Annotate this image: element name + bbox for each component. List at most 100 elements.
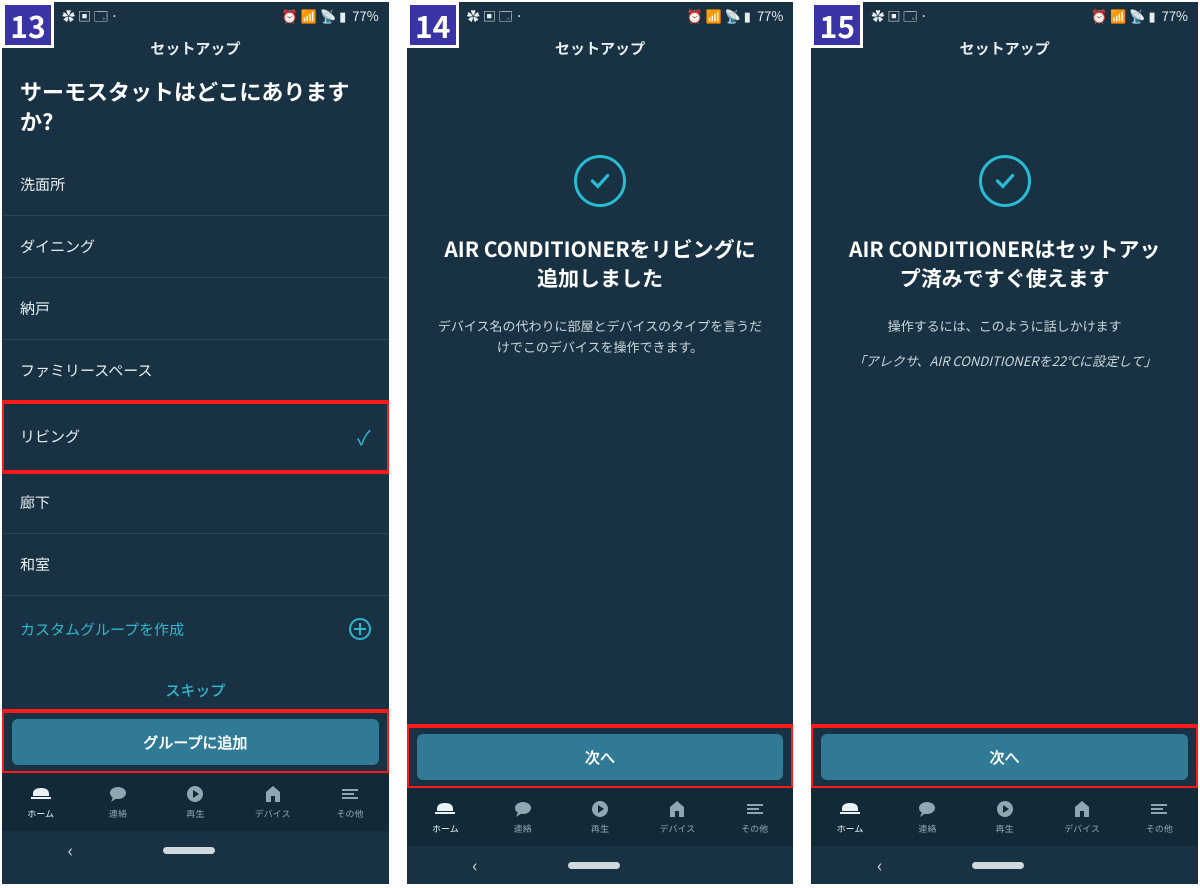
step-badge: 15 xyxy=(811,2,863,48)
tab-label: ホーム xyxy=(432,822,459,835)
add-to-group-button[interactable]: グループに追加 xyxy=(12,719,379,765)
success-check-icon xyxy=(979,155,1031,207)
confirmation-title: AIR CONDITIONERをリビングに追加しました xyxy=(437,235,764,294)
skip-link[interactable]: スキップ xyxy=(2,662,389,711)
phone-screen-14: 14 ✿ ▣ 🗔 · ⏰ 📶 📡 ▮ 77% セットアップ AIR CONDIT… xyxy=(407,2,794,884)
play-icon xyxy=(993,799,1017,819)
create-custom-group[interactable]: カスタムグループを作成 xyxy=(2,595,389,662)
confirmation-body: AIR CONDITIONERはセットアップ済みですぐ使えます 操作するには、こ… xyxy=(811,65,1198,726)
tab-label: その他 xyxy=(1146,822,1173,835)
confirmation-title: AIR CONDITIONERはセットアップ済みですぐ使えます xyxy=(841,235,1168,294)
play-icon xyxy=(183,784,207,804)
tab-play[interactable]: 再生 xyxy=(157,773,234,831)
device-icon xyxy=(665,799,689,819)
step-badge: 14 xyxy=(407,2,459,48)
tab-label: その他 xyxy=(741,822,768,835)
room-option-family-space[interactable]: ファミリースペース xyxy=(2,340,389,402)
list-item-label: リビング xyxy=(20,426,80,447)
home-icon xyxy=(29,784,53,804)
next-button[interactable]: 次へ xyxy=(417,734,784,780)
app-header: セットアップ xyxy=(2,28,389,65)
room-option-japanese-room[interactable]: 和室 xyxy=(2,534,389,595)
room-option-washroom[interactable]: 洗面所 xyxy=(2,154,389,216)
home-pill[interactable] xyxy=(163,847,215,854)
home-icon xyxy=(433,799,457,819)
list-item-label: 和室 xyxy=(20,554,50,575)
tab-more[interactable]: その他 xyxy=(1121,788,1198,846)
status-left-icons: ✿ ▣ 🗔 · xyxy=(62,9,118,22)
tab-contact[interactable]: 連絡 xyxy=(484,788,561,846)
list-item-label: 洗面所 xyxy=(20,174,65,195)
room-option-storage[interactable]: 納戸 xyxy=(2,278,389,340)
tab-label: 連絡 xyxy=(918,822,936,835)
play-icon xyxy=(588,799,612,819)
home-pill[interactable] xyxy=(568,862,620,869)
primary-button-area: グループに追加 xyxy=(2,711,389,773)
tab-label: デバイス xyxy=(255,807,291,820)
battery-text: 77% xyxy=(1162,9,1188,22)
tab-device[interactable]: デバイス xyxy=(234,773,311,831)
tab-device[interactable]: デバイス xyxy=(1043,788,1120,846)
chat-icon xyxy=(511,799,535,819)
battery-text: 77% xyxy=(757,9,783,22)
app-header: セットアップ xyxy=(811,28,1198,65)
app-header: セットアップ xyxy=(407,28,794,65)
room-list: 洗面所 ダイニング 納戸 ファミリースペース リビング ✓ 廊下 和室 xyxy=(2,154,389,595)
tab-device[interactable]: デバイス xyxy=(639,788,716,846)
confirmation-description: 操作するには、このように話しかけます xyxy=(888,316,1122,337)
custom-group-label: カスタムグループを作成 xyxy=(20,619,184,640)
android-nav-bar: ‹ xyxy=(407,846,794,884)
tab-home[interactable]: ホーム xyxy=(811,788,888,846)
home-icon xyxy=(838,799,862,819)
status-right-icons: ⏰ 📶 📡 ▮ xyxy=(282,9,346,22)
tab-label: 連絡 xyxy=(514,822,532,835)
tab-bar: ホーム 連絡 再生 デバイス その他 xyxy=(811,788,1198,846)
step-badge: 13 xyxy=(2,2,54,48)
plus-icon xyxy=(349,618,371,640)
android-nav-bar: ‹ xyxy=(2,831,389,869)
question-heading: サーモスタットはどこにありますか? xyxy=(2,65,389,154)
tab-more[interactable]: その他 xyxy=(311,773,388,831)
status-bar: ✿ ▣ 🗔 · ⏰ 📶 📡 ▮ 77% xyxy=(2,2,389,28)
chat-icon xyxy=(106,784,130,804)
tab-label: デバイス xyxy=(659,822,695,835)
tab-contact[interactable]: 連絡 xyxy=(79,773,156,831)
tab-label: ホーム xyxy=(27,807,54,820)
more-icon xyxy=(338,784,362,804)
home-pill[interactable] xyxy=(972,862,1024,869)
tab-home[interactable]: ホーム xyxy=(2,773,79,831)
room-option-living[interactable]: リビング ✓ xyxy=(2,402,389,472)
battery-text: 77% xyxy=(352,9,378,22)
tab-play[interactable]: 再生 xyxy=(966,788,1043,846)
confirmation-description: デバイス名の代わりに部屋とデバイスのタイプを言うだけでこのデバイスを操作できます… xyxy=(437,316,764,358)
list-item-label: ファミリースペース xyxy=(20,360,152,381)
example-voice-command: 「アレクサ、AIR CONDITIONERを22℃に設定して」 xyxy=(853,351,1157,372)
tab-play[interactable]: 再生 xyxy=(561,788,638,846)
phone-screen-13: 13 ✿ ▣ 🗔 · ⏰ 📶 📡 ▮ 77% セットアップ サーモスタットはどこ… xyxy=(2,2,389,884)
list-item-label: 廊下 xyxy=(20,492,50,513)
tab-more[interactable]: その他 xyxy=(716,788,793,846)
tab-bar: ホーム 連絡 再生 デバイス その他 xyxy=(407,788,794,846)
tab-bar: ホーム 連絡 再生 デバイス その他 xyxy=(2,773,389,831)
status-bar: ✿ ▣ 🗔 · ⏰ 📶 📡 ▮ 77% xyxy=(811,2,1198,28)
tab-label: 再生 xyxy=(591,822,609,835)
back-icon[interactable]: ‹ xyxy=(68,837,73,863)
back-icon[interactable]: ‹ xyxy=(877,852,882,878)
tab-label: デバイス xyxy=(1064,822,1100,835)
tab-contact[interactable]: 連絡 xyxy=(889,788,966,846)
tab-label: 再生 xyxy=(186,807,204,820)
device-icon xyxy=(1070,799,1094,819)
status-right-icons: ⏰ 📶 📡 ▮ xyxy=(686,9,750,22)
back-icon[interactable]: ‹ xyxy=(472,852,477,878)
status-left-icons: ✿ ▣ 🗔 · xyxy=(871,9,927,22)
next-button[interactable]: 次へ xyxy=(821,734,1188,780)
device-icon xyxy=(261,784,285,804)
room-option-hallway[interactable]: 廊下 xyxy=(2,472,389,534)
confirmation-body: AIR CONDITIONERをリビングに追加しました デバイス名の代わりに部屋… xyxy=(407,65,794,726)
tab-label: ホーム xyxy=(837,822,864,835)
more-icon xyxy=(1147,799,1171,819)
tab-home[interactable]: ホーム xyxy=(407,788,484,846)
room-option-dining[interactable]: ダイニング xyxy=(2,216,389,278)
tab-label: 再生 xyxy=(996,822,1014,835)
tab-label: その他 xyxy=(336,807,363,820)
